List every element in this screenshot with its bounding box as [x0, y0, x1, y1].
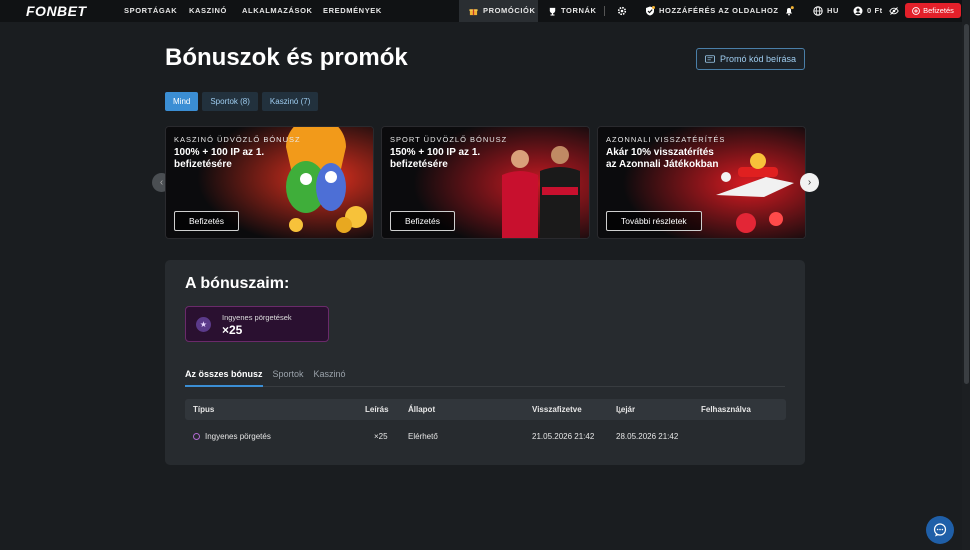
nav-results[interactable]: EREDMÉNYEK	[323, 0, 382, 22]
user-circle-icon	[853, 6, 863, 16]
globe-icon	[813, 6, 823, 16]
chat-bubble-icon	[933, 523, 947, 537]
tab-sports[interactable]: Sportok	[273, 369, 304, 387]
filter-casino[interactable]: Kaszinó (7)	[261, 92, 319, 111]
balance-value: 0 Ft	[867, 6, 883, 15]
free-spins-card[interactable]: ★ Ingyenes pörgetések ×25	[185, 306, 329, 342]
free-spins-value: ×25	[222, 323, 243, 337]
column-type: Típus	[193, 405, 215, 414]
eye-off-icon	[889, 6, 899, 16]
card-kicker: KASZINÓ ÜDVÖZLŐ BÓNUSZ	[174, 135, 301, 144]
nav-site-access[interactable]: HOZZÁFÉRÉS AZ OLDALHOZ	[645, 0, 779, 22]
trophy-icon	[548, 7, 557, 16]
nav-sports[interactable]: SPORTÁGAK	[124, 0, 177, 22]
sort-icon	[616, 399, 623, 420]
page-title: Bónuszok és promók	[165, 44, 408, 71]
nav-tournaments[interactable]: TORNÁK	[548, 0, 597, 22]
promo-card-instant-cashback[interactable]: AZONNALI VISSZATÉRÍTÉS Akár 10% visszaté…	[597, 126, 806, 239]
card-kicker: AZONNALI VISSZATÉRÍTÉS	[606, 135, 726, 144]
table-row[interactable]: Ingyenes pörgetés ×25 Elérhető 21.05.202…	[185, 426, 786, 447]
deposit-label: Befizetés	[923, 6, 954, 15]
filter-sports[interactable]: Sportok (8)	[202, 92, 258, 111]
column-repaid: Visszafizetve	[532, 405, 582, 414]
gift-icon	[469, 7, 478, 16]
column-description: Leírás	[365, 405, 389, 414]
page-scrollbar[interactable]	[962, 0, 970, 550]
chat-button[interactable]	[926, 516, 954, 544]
row-status: Elérhető	[408, 432, 438, 441]
shield-check-icon	[645, 6, 655, 16]
card-title: 100% + 100 IP az 1. befizetésére	[174, 147, 265, 170]
hide-balance-button[interactable]	[889, 0, 899, 22]
nav-site-access-label: HOZZÁFÉRÉS AZ OLDALHOZ	[659, 6, 779, 15]
nav-casino[interactable]: KASZINÓ	[189, 0, 227, 22]
free-spin-icon	[193, 433, 200, 440]
row-expires: 28.05.2026 21:42	[616, 432, 679, 441]
tab-casino[interactable]: Kaszinó	[314, 369, 346, 387]
carousel-next-button[interactable]: ›	[800, 173, 819, 192]
star-badge-icon: ★	[196, 317, 211, 332]
card-title: Akár 10% visszatérítés az Azonnali Játék…	[606, 147, 719, 170]
nav-promotions[interactable]: PROMÓCIÓK	[459, 0, 538, 22]
promo-card-casino-welcome[interactable]: KASZINÓ ÜDVÖZLŐ BÓNUSZ 100% + 100 IP az …	[165, 126, 374, 239]
row-type: Ingyenes pörgetés	[193, 426, 271, 447]
bonus-tabs: Az összes bónusz Sportok Kaszinó	[185, 369, 785, 387]
filter-all[interactable]: Mind	[165, 92, 199, 111]
language-selector[interactable]: HU	[813, 0, 839, 22]
promo-code-label: Promó kód beírása	[719, 54, 797, 64]
card-deposit-button[interactable]: Befizetés	[390, 211, 455, 231]
my-bonuses-panel: A bónuszaim: ★ Ingyenes pörgetések ×25 A…	[165, 260, 805, 465]
card-title: 150% + 100 IP az 1. befizetésére	[390, 147, 481, 170]
nav-promotions-label: PROMÓCIÓK	[483, 6, 536, 15]
column-status: Állapot	[408, 405, 436, 414]
promo-card-sport-welcome[interactable]: SPORT ÜDVÖZLŐ BÓNUSZ 150% + 100 IP az 1.…	[381, 126, 590, 239]
deposit-button[interactable]: Befizetés	[905, 3, 961, 18]
ticket-icon	[705, 55, 715, 63]
bell-icon	[784, 6, 794, 16]
nav-divider	[604, 6, 605, 16]
account-balance[interactable]: 0 Ft	[853, 0, 883, 22]
my-bonuses-title: A bónuszaim:	[185, 275, 290, 292]
row-repaid: 21.05.2026 21:42	[532, 432, 595, 441]
settings-button[interactable]	[617, 0, 627, 22]
category-filters: Mind Sportok (8) Kaszinó (7)	[165, 92, 319, 111]
gear-icon	[617, 6, 627, 16]
scrollbar-thumb[interactable]	[964, 24, 969, 384]
promo-code-button[interactable]: Promó kód beírása	[696, 48, 805, 70]
top-navigation: FONBET SPORTÁGAK KASZINÓ ALKALMAZÁSOK ER…	[0, 0, 962, 22]
card-kicker: SPORT ÜDVÖZLŐ BÓNUSZ	[390, 135, 508, 144]
card-details-button[interactable]: További részletek	[606, 211, 702, 231]
bonus-table-header: Típus Leírás Állapot Visszafizetve Lejár…	[185, 399, 786, 420]
free-spins-label: Ingyenes pörgetések	[222, 313, 292, 322]
tab-all-bonuses[interactable]: Az összes bónusz	[185, 369, 263, 387]
chevron-left-icon: ‹	[159, 177, 164, 188]
row-type-label: Ingyenes pörgetés	[205, 432, 271, 441]
row-description: ×25	[374, 432, 388, 441]
nav-apps[interactable]: ALKALMAZÁSOK	[242, 0, 313, 22]
chevron-right-icon: ›	[807, 177, 812, 188]
column-used: Felhasználva	[701, 405, 751, 414]
language-label: HU	[827, 6, 840, 15]
card-deposit-button[interactable]: Befizetés	[174, 211, 239, 231]
notifications-button[interactable]	[784, 0, 794, 22]
plus-circle-icon	[912, 6, 920, 15]
nav-tournaments-label: TORNÁK	[561, 6, 597, 15]
